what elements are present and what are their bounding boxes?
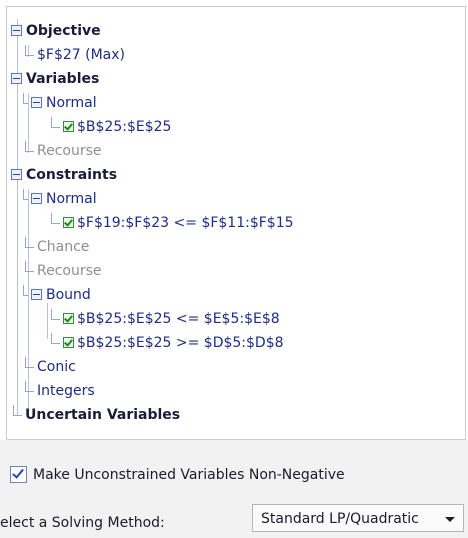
tree-connector: [23, 92, 28, 104]
tree-node-constraints[interactable]: Constraints: [11, 165, 117, 185]
checkbox-checked-icon[interactable]: [10, 465, 27, 483]
minus-box-icon[interactable]: [31, 192, 42, 204]
tree-node-uncertain-variables[interactable]: Uncertain Variables: [13, 404, 180, 425]
tree-node-constraints-bound[interactable]: Bound: [23, 284, 91, 305]
tree-node-variables-recourse[interactable]: Recourse: [25, 140, 102, 161]
tree-node-objective[interactable]: Objective: [11, 21, 101, 41]
nonneg-label: Make Unconstrained Variables Non-Negativ…: [33, 467, 345, 483]
tree-node-variables-normal[interactable]: Normal: [23, 92, 97, 113]
tree-connector: [25, 236, 34, 248]
minus-box-icon[interactable]: [11, 72, 22, 84]
tree-node-constraints-conic[interactable]: Conic: [25, 356, 76, 377]
tree-node-bound-item[interactable]: $B$25:$E$25 >= $D$5:$D$8: [51, 332, 284, 353]
tree-node-constraint-item[interactable]: $F$19:$F$23 <= $F$11:$F$15: [51, 212, 294, 233]
tree-connector: [25, 356, 34, 368]
tree-node-variable-item[interactable]: $B$25:$E$25: [51, 116, 171, 137]
tree-connector: [23, 188, 28, 200]
tree-node-constraints-chance[interactable]: Chance: [25, 236, 89, 257]
tree-node-objective-cell[interactable]: $F$27 (Max): [25, 44, 125, 65]
options-area: Make Unconstrained Variables Non-Negativ…: [0, 440, 468, 538]
tree-guide-line: [47, 303, 48, 339]
tree-connector: [13, 404, 22, 416]
solving-method-label: elect a Solving Method:: [0, 515, 165, 531]
tree-connector: [23, 284, 28, 296]
tree-connector: [51, 212, 60, 224]
check-icon[interactable]: [63, 120, 74, 132]
nonneg-checkbox-row[interactable]: Make Unconstrained Variables Non-Negativ…: [10, 464, 345, 486]
tree-node-constraints-normal[interactable]: Normal: [23, 188, 97, 209]
minus-box-icon[interactable]: [11, 168, 22, 180]
chevron-down-icon[interactable]: [445, 517, 455, 522]
tree-connector: [51, 332, 60, 344]
solving-method-select[interactable]: Standard LP/Quadratic: [252, 504, 464, 532]
model-tree-panel[interactable]: Objective $F$27 (Max) Variables Normal $…: [6, 6, 466, 440]
tree-connector: [51, 308, 60, 320]
solving-method-value: Standard LP/Quadratic: [261, 511, 419, 527]
tree-node-constraints-recourse[interactable]: Recourse: [25, 260, 102, 281]
check-icon[interactable]: [63, 312, 74, 324]
tree-connector: [51, 116, 60, 128]
tree-connector: [25, 260, 34, 272]
tree-node-bound-item[interactable]: $B$25:$E$25 <= $E$5:$E$8: [51, 308, 280, 329]
check-icon[interactable]: [63, 336, 74, 348]
tree-node-constraints-integers[interactable]: Integers: [25, 380, 95, 401]
minus-box-icon[interactable]: [11, 24, 22, 36]
check-icon[interactable]: [63, 216, 74, 228]
tree-connector: [25, 140, 34, 152]
minus-box-icon[interactable]: [31, 288, 42, 300]
tree-connector: [25, 380, 34, 392]
tree-node-variables[interactable]: Variables: [11, 69, 99, 89]
minus-box-icon[interactable]: [31, 96, 42, 108]
tree-connector: [25, 44, 34, 56]
